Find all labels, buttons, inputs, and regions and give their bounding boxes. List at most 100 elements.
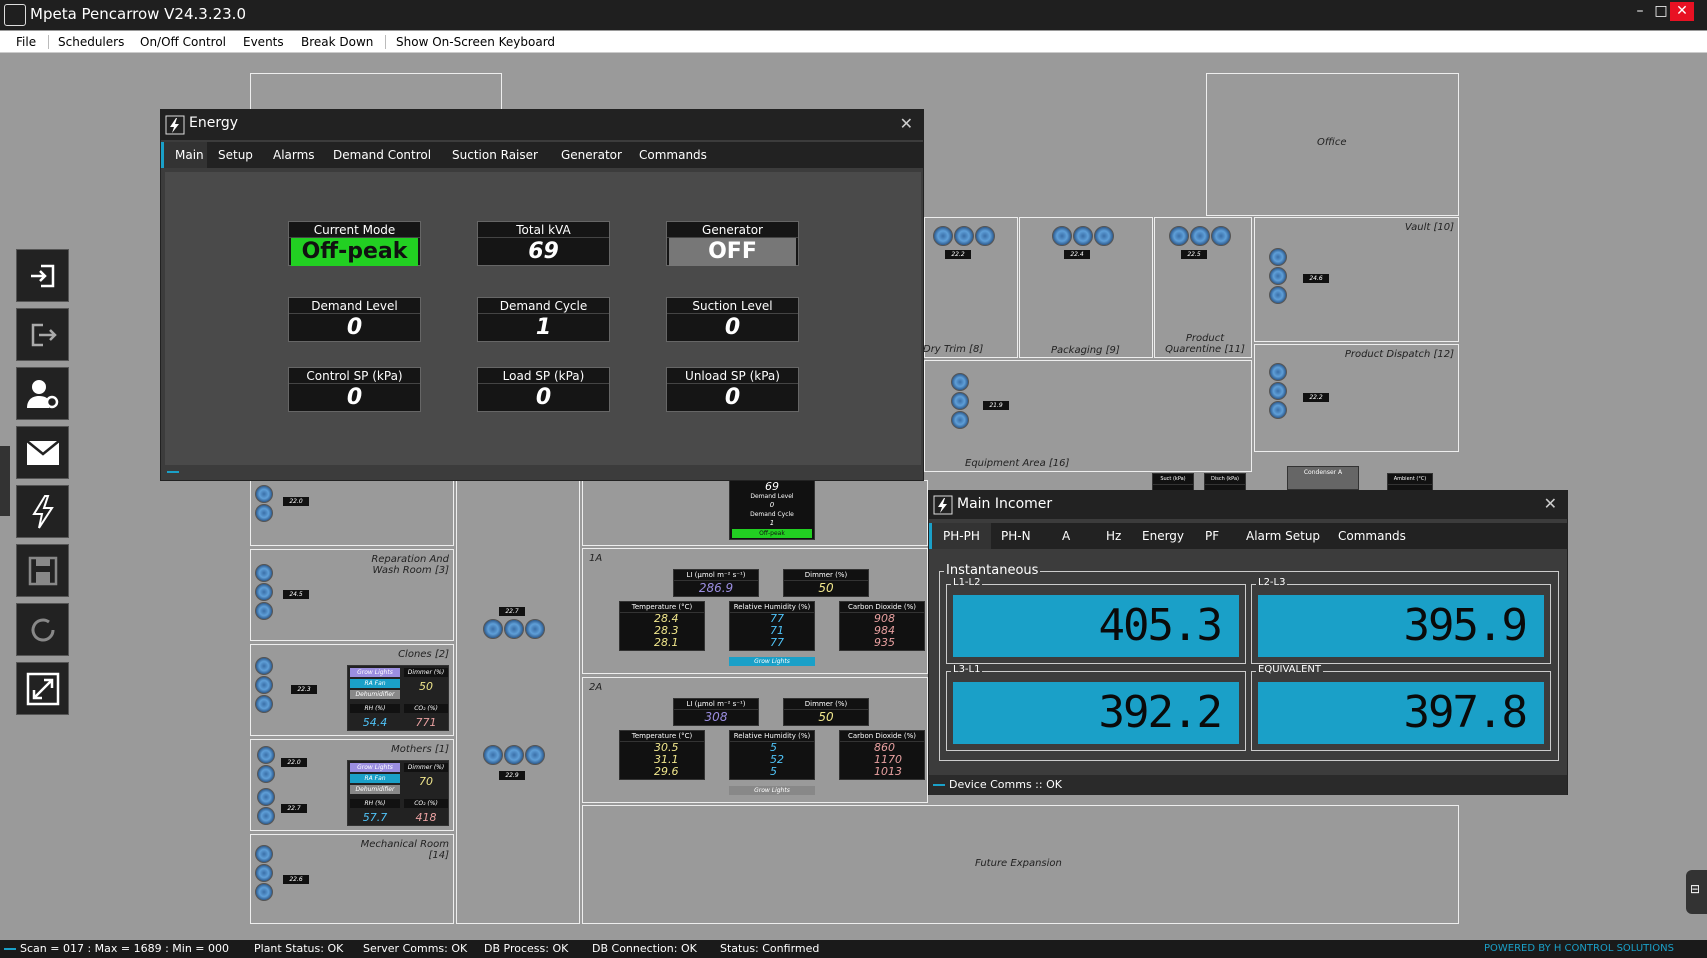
- corridor: 22.7 22.9: [456, 480, 580, 924]
- clones-control-panel[interactable]: Grow Lights RA Fan Dehumidifier Dimmer (…: [347, 665, 449, 731]
- tab-ph-n[interactable]: PH-N: [1001, 529, 1031, 543]
- ra-fan-button[interactable]: RA Fan: [350, 679, 400, 688]
- side-toggle-button[interactable]: ⊟: [1686, 870, 1707, 914]
- refresh-button[interactable]: [16, 603, 69, 656]
- energy-button[interactable]: [16, 485, 69, 538]
- tab-pf[interactable]: PF: [1205, 529, 1219, 543]
- li-panel: LI (µmol m⁻² s⁻¹) 308: [673, 698, 759, 726]
- room-1a[interactable]: 1A LI (µmol m⁻² s⁻¹) 286.9 Dimmer (%) 50 T…: [582, 548, 928, 674]
- tab-energy[interactable]: Energy: [1142, 529, 1184, 543]
- tab-demand-control[interactable]: Demand Control: [333, 148, 431, 162]
- grow-lights-button[interactable]: Grow Lights: [729, 786, 815, 795]
- discharge-label: Disch (kPa): [1205, 474, 1245, 485]
- meter-l3-l1: L3-L1 392.2: [946, 664, 1246, 751]
- fan-temp: 22.0: [283, 497, 309, 506]
- tab-alarms[interactable]: Alarms: [273, 148, 315, 162]
- menu-keyboard[interactable]: Show On-Screen Keyboard: [396, 35, 555, 49]
- dimmer-label: Dimmer (%): [784, 699, 868, 710]
- rh-label: RH (%): [350, 704, 400, 713]
- condenser-label: Condenser A: [1303, 469, 1343, 476]
- meter-equivalent: EQUIVALENT 397.8: [1251, 664, 1551, 751]
- tab-suction-raiser[interactable]: Suction Raiser: [452, 148, 538, 162]
- tile-label: Current Mode: [289, 222, 420, 238]
- tab-alarm-setup[interactable]: Alarm Setup: [1246, 529, 1320, 543]
- close-icon[interactable]: ✕: [900, 114, 913, 133]
- fan-temp: 24.5: [283, 590, 309, 599]
- room-top-left-lower[interactable]: 22.0: [250, 480, 454, 546]
- fan-temp: 24.6: [1303, 274, 1329, 283]
- condenser-widget[interactable]: Condenser A: [1287, 466, 1359, 490]
- grow-lights-button[interactable]: Grow Lights: [350, 763, 400, 772]
- login-button[interactable]: [16, 249, 69, 302]
- user-settings-button[interactable]: [16, 367, 69, 420]
- room-quarantine[interactable]: 22.5 Product Quarentine [11]: [1154, 217, 1252, 358]
- tile-value: 0: [535, 385, 552, 410]
- meter-label: L1-L2: [951, 577, 983, 588]
- mini-mode: Off-peak: [732, 529, 812, 538]
- room-packaging[interactable]: 22.4 Packaging [9]: [1019, 217, 1153, 358]
- dehumidifier-button[interactable]: Dehumidifier: [350, 785, 400, 794]
- room-vault[interactable]: Vault [10] 24.6: [1254, 217, 1459, 342]
- dehumidifier-button[interactable]: Dehumidifier: [350, 690, 400, 699]
- mini-kva: 69: [765, 480, 779, 493]
- menu-events[interactable]: Events: [243, 35, 284, 49]
- tab-hz[interactable]: Hz: [1106, 529, 1121, 543]
- tab-setup[interactable]: Setup: [218, 148, 253, 162]
- tile-label: Load SP (kPa): [478, 368, 609, 384]
- room-dry-trim[interactable]: 22.2 Dry Trim [8]: [923, 217, 1018, 358]
- fan-temp: 22.7: [281, 804, 307, 813]
- messages-button[interactable]: [16, 426, 69, 479]
- fan-icon: [255, 602, 273, 620]
- room-label: Clones [2]: [398, 649, 449, 660]
- mothers-control-panel[interactable]: Grow Lights RA Fan Dehumidifier Dimmer (…: [347, 760, 449, 826]
- room-equipment[interactable]: 21.9 Equipment Area [16]: [924, 360, 1252, 472]
- instantaneous-group: Instantaneous L1-L2 405.3 L2-L3 395.9 L3-L…: [939, 563, 1559, 761]
- tile-label: Demand Cycle: [478, 298, 609, 314]
- save-button[interactable]: [16, 544, 69, 597]
- fan-icon: [1269, 248, 1287, 266]
- ra-fan-button[interactable]: RA Fan: [350, 774, 400, 783]
- menu-schedulers[interactable]: Schedulers: [58, 35, 124, 49]
- demand-mini-panel[interactable]: 69 Demand Level 0 Demand Cycle 1 Off-pea…: [729, 480, 815, 540]
- tab-commands[interactable]: Commands: [639, 148, 707, 162]
- grow-lights-button[interactable]: Grow Lights: [729, 657, 815, 666]
- room-future-expansion[interactable]: Future Expansion: [582, 805, 1459, 924]
- app-icon: [4, 4, 26, 26]
- fan-temp: 22.5: [1181, 250, 1207, 259]
- fan-temp: 22.0: [281, 758, 307, 767]
- fan-icon: [483, 619, 503, 639]
- fan-icon: [1052, 226, 1072, 246]
- room-label: Mothers [1]: [391, 744, 449, 755]
- room-label: Reparation And Wash Room [3]: [371, 554, 449, 576]
- fullscreen-button[interactable]: [16, 662, 69, 715]
- tile-label: Unload SP (kPa): [667, 368, 798, 384]
- room-office[interactable]: Office: [1206, 73, 1459, 216]
- menu-breakdown[interactable]: Break Down: [301, 35, 373, 49]
- close-icon[interactable]: ✕: [1544, 494, 1557, 513]
- menu-bar: File Schedulers On/Off Control Events Br…: [0, 31, 1707, 53]
- close-button[interactable]: ✕: [1670, 2, 1694, 21]
- room-top-left: [250, 73, 502, 113]
- room-reparation[interactable]: Reparation And Wash Room [3] 24.5: [250, 549, 454, 641]
- menu-onoff-control[interactable]: On/Off Control: [140, 35, 226, 49]
- energy-title: Energy: [189, 115, 239, 131]
- room-mothers[interactable]: Mothers [1] 22.0 22.7 Grow Lights RA Fan…: [250, 739, 454, 831]
- tab-commands[interactable]: Commands: [1338, 529, 1406, 543]
- tab-generator[interactable]: Generator: [561, 148, 622, 162]
- room-label: Office: [1317, 137, 1347, 148]
- room-mechanical[interactable]: Mechanical Room [14] 22.6: [250, 834, 454, 924]
- side-panel-handle[interactable]: [0, 446, 10, 516]
- tile-value: Off-peak: [291, 238, 418, 266]
- room-clones[interactable]: Clones [2] 22.3 Grow Lights RA Fan Dehum…: [250, 644, 454, 736]
- logout-button[interactable]: [16, 308, 69, 361]
- room-product-dispatch[interactable]: Product Dispatch [12] 22.2: [1254, 344, 1459, 452]
- room-2a[interactable]: 2A LI (µmol m⁻² s⁻¹) 308 Dimmer (%) 50 Tem…: [582, 677, 928, 803]
- fan-icon: [483, 745, 503, 765]
- tab-main[interactable]: Main: [175, 148, 204, 162]
- refresh-icon: [31, 618, 54, 641]
- grow-lights-button[interactable]: Grow Lights: [350, 668, 400, 677]
- mini-demand-cycle-label: Demand Cycle: [750, 511, 794, 518]
- menu-file[interactable]: File: [16, 35, 36, 49]
- tab-ph-ph[interactable]: PH-PH: [943, 529, 980, 543]
- tab-a[interactable]: A: [1062, 529, 1070, 543]
